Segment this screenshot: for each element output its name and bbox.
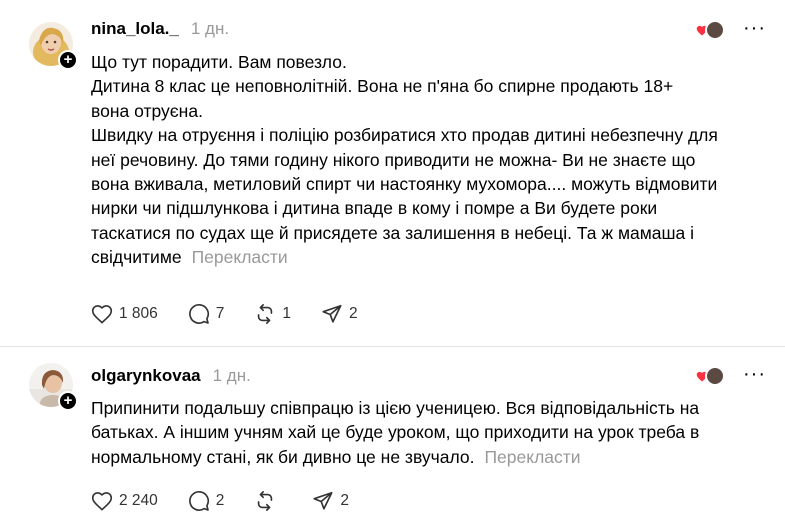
send-icon (313, 491, 333, 510)
text-line: неї речовину. До тями годину нікого прив… (91, 149, 696, 170)
username[interactable]: nina_lola._ (91, 19, 179, 39)
username[interactable]: olgarynkovaa (91, 366, 201, 386)
timestamp[interactable]: 1 дн. (191, 19, 229, 39)
text-line: Швидку на отруєння і поліцію розбиратися… (91, 125, 718, 146)
repost-button[interactable]: 1 (254, 303, 291, 325)
text-line: вона отруєна. (91, 100, 203, 121)
comment-icon (188, 490, 209, 511)
text-line: нирки чи підшлункова і дитина впаде в ко… (91, 198, 658, 219)
avatar-wrap: + (29, 22, 78, 70)
text-line: Припинити подальшу співпрацю із цією уче… (91, 398, 700, 418)
comment-text: Припинити подальшу співпрацю із цією уче… (91, 396, 771, 469)
text-line: нормальному стані, як би дивно це не зву… (91, 446, 475, 467)
action-bar: 1 806 7 1 2 (91, 302, 372, 326)
comment-post: + nina_lola._ 1 дн. ··· Що тут порадити.… (0, 0, 785, 346)
follow-plus-icon[interactable]: + (58, 391, 78, 411)
heart-icon (91, 492, 113, 511)
avatar-wrap: + (29, 363, 78, 411)
share-count: 2 (349, 305, 358, 322)
translate-link[interactable]: Перекласти (192, 247, 288, 267)
comment-header: olgarynkovaa 1 дн. (91, 366, 251, 386)
text-line: Що тут порадити. Вам повезло. (91, 52, 347, 72)
heart-icon (91, 305, 113, 324)
like-count: 1 806 (119, 305, 158, 322)
send-icon (322, 304, 342, 323)
share-count: 2 (340, 492, 350, 509)
share-button[interactable]: 2 (321, 303, 358, 325)
reactor-avatar (705, 366, 725, 386)
repost-icon (258, 491, 273, 511)
text-line: батьках. А іншим учням хай це буде уроко… (91, 422, 700, 443)
repost-icon (258, 304, 273, 324)
comment-post: + olgarynkovaa 1 дн. ··· Припинити подал… (0, 347, 785, 525)
text-line: таскатися по судах ще й присядете за зал… (91, 222, 695, 243)
text-line: свідчитиме (91, 247, 182, 268)
comment-text: Що тут порадити. Вам повезло. Дитина 8 к… (91, 50, 771, 270)
reply-button[interactable]: 2 (188, 490, 225, 512)
text-line: Дитина 8 клас це неповнолітній. Вона не … (91, 76, 674, 97)
like-count: 2 240 (119, 492, 158, 509)
more-options-button[interactable]: ··· (743, 18, 766, 38)
reply-count: 7 (215, 305, 225, 322)
comment-icon (188, 303, 209, 324)
action-bar: 2 240 2 2 (91, 489, 363, 513)
like-button[interactable]: 2 240 (91, 491, 158, 511)
text-line: вона вживала, метиловий спирт чи настоян… (91, 174, 718, 195)
reply-button[interactable]: 7 (188, 303, 225, 325)
reactions-indicator[interactable] (696, 20, 726, 42)
reactor-avatar (705, 20, 725, 40)
reactions-indicator[interactable] (696, 366, 726, 388)
like-button[interactable]: 1 806 (91, 304, 158, 324)
comment-header: nina_lola._ 1 дн. (91, 19, 229, 39)
repost-button[interactable] (254, 490, 282, 512)
translate-link[interactable]: Перекласти (484, 447, 580, 467)
timestamp[interactable]: 1 дн. (213, 366, 251, 386)
follow-plus-icon[interactable]: + (58, 50, 78, 70)
repost-count: 1 (282, 305, 292, 322)
more-options-button[interactable]: ··· (743, 364, 766, 384)
share-button[interactable]: 2 (312, 490, 349, 512)
reply-count: 2 (215, 492, 225, 509)
